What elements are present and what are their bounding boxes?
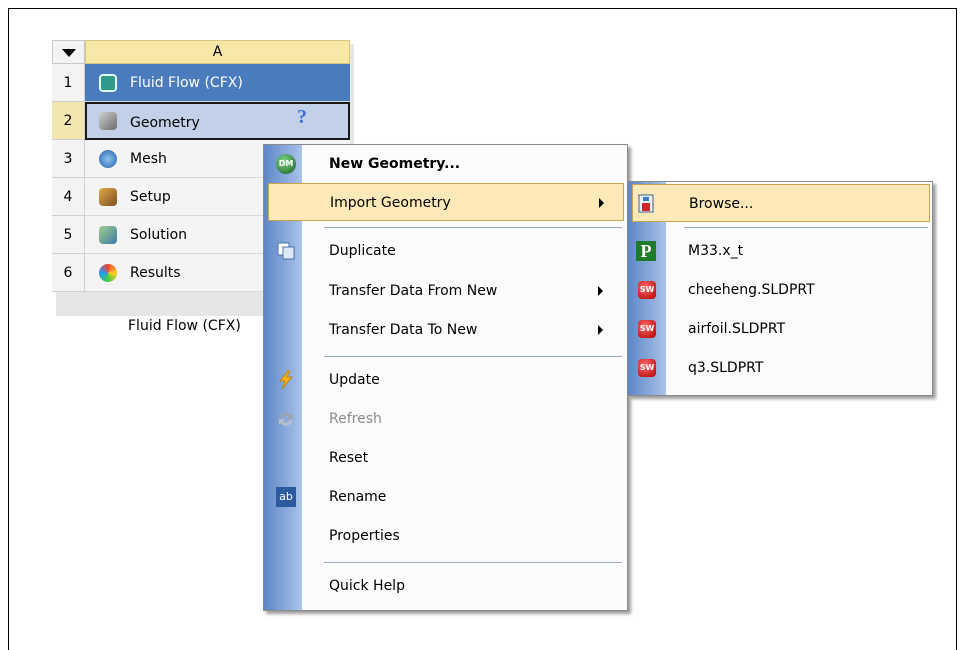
menu-item-properties[interactable]: Properties [268, 517, 624, 555]
import-geometry-submenu: Browse... P M33.x_t SW cheeheng.SLDPRT S… [627, 181, 933, 396]
cell-label: Solution [130, 227, 188, 243]
row-number: 2 [52, 102, 85, 140]
menu-item-transfer-from-new[interactable]: Transfer Data From New [268, 272, 624, 310]
menu-item-transfer-to-new[interactable]: Transfer Data To New [268, 311, 624, 349]
menu-item-duplicate[interactable]: Duplicate [268, 232, 624, 270]
menu-item-quick-help[interactable]: Quick Help [268, 567, 624, 605]
rename-icon: ab [276, 487, 296, 507]
browse-icon [637, 194, 657, 214]
submenu-item-m33[interactable]: P M33.x_t [632, 232, 930, 270]
submenu-arrow-icon [598, 325, 603, 335]
menu-item-label: Properties [329, 528, 400, 544]
status-question-icon: ? [297, 106, 307, 128]
submenu-item-label: q3.SLDPRT [688, 360, 764, 376]
solidworks-icon: SW [638, 281, 656, 299]
row-number: 5 [52, 216, 85, 254]
system-row-geometry[interactable]: 2 Geometry ? [52, 102, 350, 140]
cell-label: Geometry [130, 115, 200, 131]
menu-item-import-geometry[interactable]: Import Geometry [268, 183, 624, 221]
submenu-item-browse[interactable]: Browse... [632, 184, 930, 222]
menu-item-refresh[interactable]: Refresh [268, 400, 624, 438]
menu-item-update[interactable]: Update [268, 361, 624, 399]
submenu-item-label: Browse... [689, 196, 754, 212]
submenu-item-airfoil[interactable]: SW airfoil.SLDPRT [632, 310, 930, 348]
menu-item-new-geometry[interactable]: DM New Geometry... [268, 145, 624, 183]
row-number: 1 [52, 64, 85, 102]
menu-item-label: Refresh [329, 411, 382, 427]
mesh-icon [99, 150, 117, 168]
context-menu: DM New Geometry... Import Geometry Dupli… [263, 144, 628, 611]
submenu-arrow-icon [598, 286, 603, 296]
submenu-item-q3[interactable]: SW q3.SLDPRT [632, 349, 930, 387]
submenu-item-label: cheeheng.SLDPRT [688, 282, 815, 298]
submenu-item-label: M33.x_t [688, 243, 744, 259]
solution-icon [99, 226, 117, 244]
refresh-icon [276, 409, 296, 429]
submenu-separator [684, 227, 928, 228]
submenu-item-cheeheng[interactable]: SW cheeheng.SLDPRT [632, 271, 930, 309]
cell-label: Setup [130, 189, 171, 205]
lightning-icon [276, 370, 296, 390]
cell-label: Mesh [130, 151, 167, 167]
menu-separator [324, 227, 622, 228]
duplicate-icon [276, 241, 296, 261]
column-header: A [85, 40, 350, 64]
solidworks-icon: SW [638, 359, 656, 377]
menu-item-label: Transfer Data To New [329, 322, 478, 338]
system-expand-arrow[interactable] [52, 40, 85, 64]
row-number: 4 [52, 178, 85, 216]
menu-item-label: Update [329, 372, 380, 388]
system-caption[interactable]: Fluid Flow (CFX) [128, 318, 241, 334]
cfx-icon [99, 74, 117, 92]
menu-item-label: Reset [329, 450, 369, 466]
menu-item-label: Quick Help [329, 578, 405, 594]
menu-item-reset[interactable]: Reset [268, 439, 624, 477]
submenu-arrow-icon [599, 198, 604, 208]
menu-item-label: Duplicate [329, 243, 396, 259]
parasolid-icon: P [636, 241, 656, 261]
menu-item-label: Rename [329, 489, 387, 505]
menu-item-rename[interactable]: ab Rename [268, 478, 624, 516]
setup-icon [99, 188, 117, 206]
results-icon [99, 264, 117, 282]
solidworks-icon: SW [638, 320, 656, 338]
system-title: Fluid Flow (CFX) [130, 75, 243, 91]
cell-label: Results [130, 265, 181, 281]
row-number: 6 [52, 254, 85, 292]
menu-item-label: Transfer Data From New [329, 283, 498, 299]
system-row-title[interactable]: 1 Fluid Flow (CFX) [52, 64, 350, 102]
geometry-icon [99, 112, 117, 130]
menu-item-label: New Geometry... [329, 156, 461, 172]
dm-icon: DM [276, 154, 296, 174]
menu-item-label: Import Geometry [330, 195, 451, 211]
menu-separator [324, 356, 622, 357]
submenu-item-label: airfoil.SLDPRT [688, 321, 786, 337]
row-number: 3 [52, 140, 85, 178]
menu-separator [324, 562, 622, 563]
